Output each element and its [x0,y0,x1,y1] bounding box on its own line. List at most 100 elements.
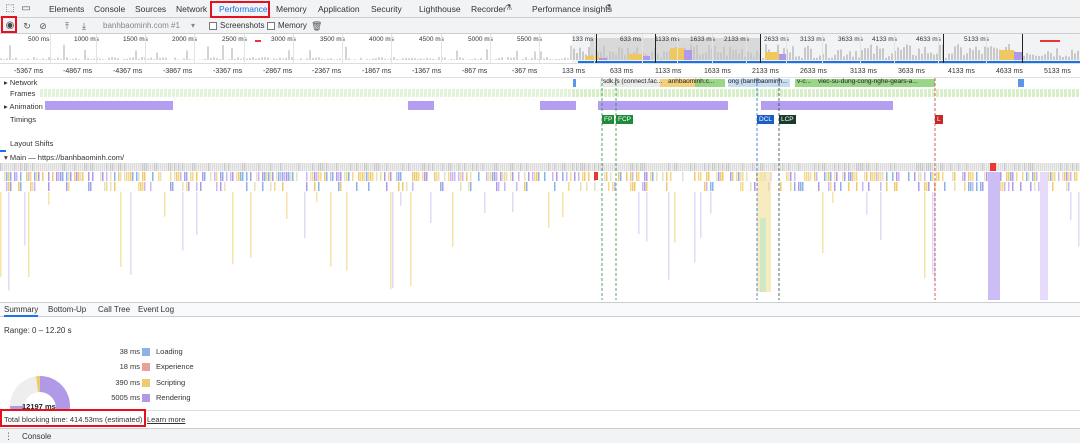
main-task-bar [1002,163,1004,171]
tab-console[interactable]: Console [94,0,125,18]
clear-icon[interactable]: ⊘ [37,20,49,32]
main-task-bar [190,163,192,171]
overview-cpu-sample [714,45,716,60]
dcl-marker[interactable]: DCL [757,115,775,124]
frame-bar [984,89,987,97]
overview-cpu-sample [69,59,71,60]
animation-track-label[interactable]: ▸ Animation [4,102,43,111]
main-task-bar [970,163,972,171]
tab-summary[interactable]: Summary [4,303,39,317]
profile-select[interactable]: banhbaominh.com #1 ▾ [103,20,199,32]
overview-cpu-sample [345,46,347,60]
overview-cpu-sample [996,48,998,60]
overview-scripting-sample [1000,50,1014,60]
frames-track-label: Frames [10,89,36,98]
frame-bar [700,89,703,97]
main-task-bar [282,163,284,171]
tab-network[interactable]: Network [176,0,207,18]
overview-cpu-sample [393,57,395,60]
main-task-bar [692,163,694,171]
main-task-bar [72,163,74,171]
overview-scripting-sample [628,54,642,60]
overview-cpu-sample [39,59,41,60]
load-marker[interactable]: L [935,115,943,124]
tab-security[interactable]: Security [371,0,402,18]
main-task-bar [232,163,234,171]
network-request[interactable]: sdk.js (connect.fac... [603,78,662,85]
main-task-bar [68,163,70,171]
overview-cpu-sample [507,57,509,60]
frame-bar [836,89,839,97]
main-task-bar [428,163,430,171]
network-track-label[interactable]: ▸ Network [4,78,37,87]
lcp-marker[interactable]: LCP [779,115,796,124]
tab-performance-insights[interactable]: Performance insights [532,0,612,18]
tab-bottom-up[interactable]: Bottom-Up [48,303,86,317]
ruler-tick-label: 4133 ms [948,68,975,75]
main-call-bar [392,192,394,289]
overview-cpu-sample [261,57,263,60]
main-task-bar [584,163,586,171]
main-call-bar [844,172,846,181]
tab-sources[interactable]: Sources [135,0,166,18]
learn-more-link[interactable]: Learn more [147,415,185,424]
frame-bar [352,89,355,97]
memory-checkbox[interactable] [267,22,275,30]
main-call-bar [262,182,264,191]
main-call-bar [100,172,102,181]
network-request[interactable]: viec-su-dung-cong-nghe-gears-a... [818,78,918,85]
tab-recorder[interactable]: Recorder [471,0,506,18]
network-request[interactable]: ong (banhbaominh... [728,78,788,85]
main-task-bar [770,163,772,171]
tab-elements[interactable]: Elements [49,0,84,18]
tab-event-log[interactable]: Event Log [138,303,174,317]
kebab-menu-icon[interactable]: ⋮ [4,431,13,442]
tab-lighthouse[interactable]: Lighthouse [419,0,461,18]
fcp-marker[interactable]: FCP [616,115,633,124]
device-toolbar-icon[interactable]: ▭ [20,3,32,15]
frame-bar [1016,89,1019,97]
overview-cpu-sample [60,58,62,60]
overview-cpu-sample [900,49,902,60]
main-call-bar [1026,172,1028,181]
frame-bar [388,89,391,97]
main-call-bar [110,172,112,181]
timeline-overview[interactable]: 500 ms 1000 ms 1500 ms 2000 ms 2500 ms 3000 m… [0,34,1080,64]
overview-cpu-sample [348,58,350,60]
overview-cpu-sample [183,58,185,60]
drawer-tab-console[interactable]: Console [22,432,51,441]
overview-marker-line [596,34,597,63]
overview-cpu-sample [474,58,476,60]
main-call-bar [652,172,654,181]
overview-cpu-sample [951,53,953,60]
main-task-bar [840,163,842,171]
record-icon[interactable]: ◉ [4,20,16,32]
summary-value: 38 ms [119,347,140,356]
overview-cpu-sample [1071,49,1073,60]
tab-memory[interactable]: Memory [276,0,307,18]
tab-performance[interactable]: Performance [219,0,268,18]
main-call-bar [282,182,284,191]
network-request[interactable]: anhbaominh.c... [668,78,714,85]
main-call-bar [184,172,186,181]
devtools-tab-bar: ⬚ ▭ Elements Console Sources Network Per… [0,0,1080,18]
network-request[interactable]: v-c... [797,78,811,85]
main-task-bar [488,163,490,171]
tab-call-tree[interactable]: Call Tree [98,303,130,317]
overview-cpu-sample [174,57,176,60]
upload-icon[interactable]: ⤒ [61,20,73,32]
tab-application[interactable]: Application [318,0,360,18]
main-task-bar [754,163,756,171]
screenshots-checkbox[interactable] [209,22,217,30]
inspect-element-icon[interactable]: ⬚ [4,3,16,15]
summary-value: 5005 ms [111,393,140,402]
reload-record-icon[interactable]: ↻ [21,20,33,32]
trash-icon[interactable]: 🗑 [311,20,322,32]
download-icon[interactable]: ⤓ [78,20,90,32]
overview-cpu-sample [126,58,128,60]
main-track-label[interactable]: ▾ Main — https://banhbaominh.com/ [4,153,124,162]
fp-marker[interactable]: FP [602,115,615,124]
main-task-bar [330,163,332,171]
main-task-bar [998,163,1000,171]
flame-chart[interactable]: ▸ Network Frames ▸ Animation Timings Lay… [0,78,1080,300]
